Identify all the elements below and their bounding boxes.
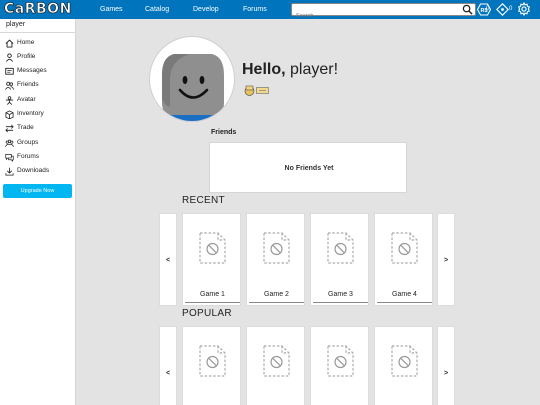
sidebar-item-label: Home	[17, 39, 35, 46]
trade-icon	[5, 124, 14, 133]
popular-prev-button[interactable]: <	[159, 326, 177, 405]
placeholder-image-icon	[391, 345, 418, 377]
sidebar-item-trade[interactable]: Trade	[5, 122, 75, 134]
placeholder-image-icon	[199, 345, 226, 377]
no-friends-message: No Friends Yet	[284, 165, 334, 172]
search-box	[291, 3, 476, 22]
nav-catalog-link[interactable]: Catalog	[145, 0, 169, 19]
builders-club-badge-icon[interactable]	[256, 87, 269, 94]
placeholder-image-icon	[263, 232, 290, 264]
sidebar-item-home[interactable]: Home	[5, 37, 75, 49]
sidebar-item-label: Trade	[17, 124, 34, 131]
sidebar-item-forums[interactable]: Forums	[5, 151, 75, 163]
sidebar-item-label: Inventory	[17, 110, 44, 117]
placeholder-image-icon	[327, 345, 354, 377]
game-card[interactable]	[310, 326, 369, 405]
sidebar-item-friends[interactable]: Friends	[5, 79, 75, 91]
placeholder-image-icon	[391, 232, 418, 264]
site-logo[interactable]: CaRBON	[4, 1, 72, 18]
sidebar-item-downloads[interactable]: Downloads	[5, 165, 75, 177]
sidebar-item-avatar[interactable]: Avatar	[5, 94, 75, 106]
sidebar-item-label: Groups	[17, 139, 39, 146]
game-title: Game 1	[200, 291, 225, 298]
recent-prev-button[interactable]: <	[159, 213, 177, 306]
sidebar-divider	[0, 32, 76, 33]
home-icon	[5, 39, 14, 48]
recent-section-title: RECENT	[182, 195, 225, 206]
sidebar-item-messages[interactable]: Messages	[5, 65, 75, 77]
placeholder-image-icon	[327, 232, 354, 264]
sidebar-item-label: Messages	[17, 67, 47, 74]
recent-next-button[interactable]: >	[437, 213, 455, 306]
avatar-image	[150, 54, 234, 121]
nav-develop-link[interactable]: Develop	[193, 0, 219, 19]
greeting-word: Hello,	[242, 61, 286, 78]
sidebar-item-inventory[interactable]: Inventory	[5, 108, 75, 120]
sidebar-item-label: Forums	[17, 153, 40, 160]
sidebar-username[interactable]: player	[6, 21, 25, 28]
game-card[interactable]	[246, 326, 305, 405]
game-title: Game 4	[392, 291, 417, 298]
game-title-underline	[249, 302, 304, 303]
robux-count: 0	[486, 6, 490, 12]
game-card[interactable]: Game 3	[310, 213, 369, 306]
game-title-underline	[313, 302, 368, 303]
settings-gear-icon[interactable]	[517, 2, 531, 16]
sidebar-item-profile[interactable]: Profile	[5, 51, 75, 63]
groups-icon	[5, 139, 14, 147]
inventory-icon	[5, 110, 14, 119]
popular-next-button[interactable]: >	[437, 326, 455, 405]
search-icon[interactable]	[462, 4, 473, 15]
tix-count: 0	[509, 6, 513, 12]
greeting-heading: Hello, player!	[242, 61, 338, 79]
avatar-icon	[5, 96, 14, 105]
game-title-underline	[185, 302, 240, 303]
placeholder-image-icon	[199, 232, 226, 264]
friends-icon	[5, 81, 14, 90]
downloads-icon	[5, 167, 14, 176]
game-title: Game 3	[328, 291, 353, 298]
friends-section-title: Friends	[211, 129, 237, 136]
placeholder-image-icon	[263, 345, 290, 377]
profile-icon	[5, 53, 14, 62]
friends-panel: No Friends Yet	[209, 142, 407, 193]
sidebar-item-label: Avatar	[17, 96, 36, 103]
top-navigation-bar: CaRBON Games Catalog Develop Forums R$ 0…	[0, 0, 540, 22]
sidebar-item-groups[interactable]: Groups	[5, 137, 75, 149]
game-card[interactable]: Game 4	[374, 213, 433, 306]
sidebar-item-label: Profile	[17, 53, 36, 60]
membership-badge-icon[interactable]	[244, 85, 255, 96]
search-input[interactable]	[292, 10, 460, 22]
game-title: Game 2	[264, 291, 289, 298]
game-card[interactable]	[182, 326, 241, 405]
sidebar-item-label: Friends	[17, 81, 39, 88]
game-title-underline	[377, 302, 432, 303]
sidebar-item-label: Downloads	[17, 167, 50, 174]
sidebar: player Home Profile Messages Friends Ava…	[0, 19, 76, 405]
nav-forums-link[interactable]: Forums	[243, 0, 267, 19]
tix-icon[interactable]	[496, 3, 509, 16]
messages-icon	[5, 67, 14, 75]
nav-games-link[interactable]: Games	[100, 0, 123, 19]
upgrade-now-button[interactable]: Upgrade Now	[3, 184, 72, 198]
popular-section-title: POPULAR	[182, 308, 232, 319]
greeting-username: player!	[290, 61, 339, 78]
game-card[interactable]	[374, 326, 433, 405]
avatar-headshot[interactable]	[149, 36, 235, 122]
forums-icon	[5, 153, 14, 162]
game-card[interactable]: Game 1	[182, 213, 241, 306]
game-card[interactable]: Game 2	[246, 213, 305, 306]
